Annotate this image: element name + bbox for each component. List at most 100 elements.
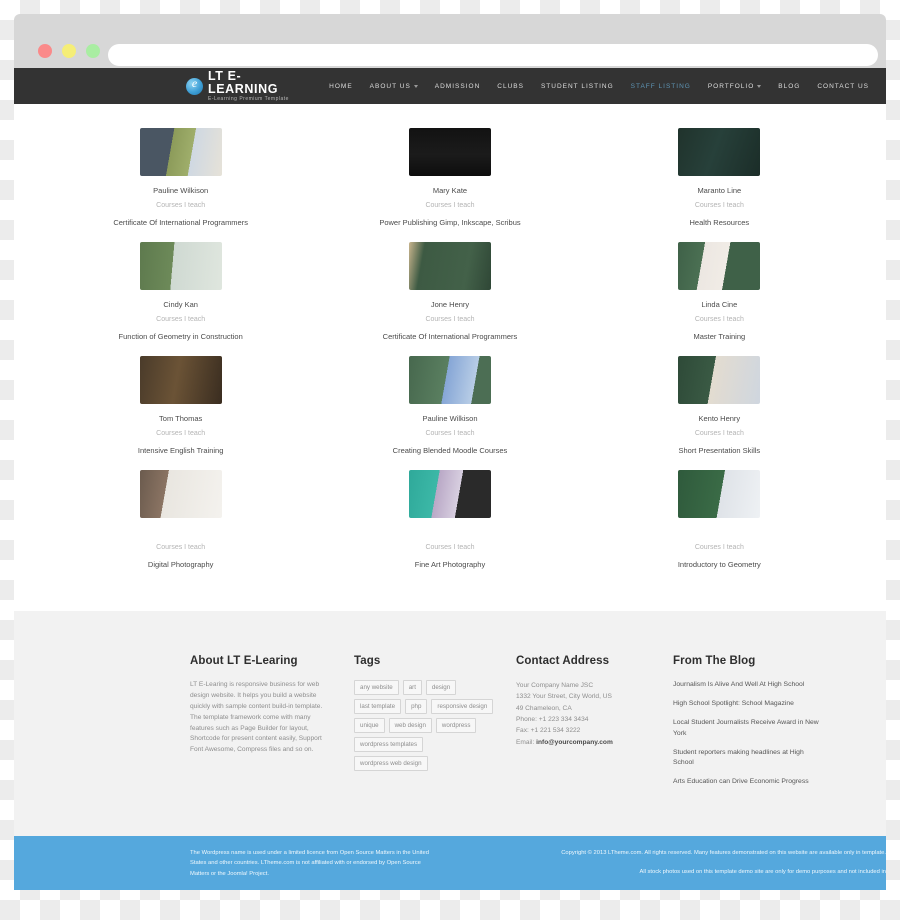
staff-card[interactable]: Courses I teach Introductory to Geometry — [585, 470, 854, 569]
nav-item-clubs[interactable]: CLUBS — [497, 83, 524, 90]
tag-pill[interactable]: unique — [354, 718, 385, 733]
staff-card[interactable]: Linda Cine Courses I teach Master Training — [585, 242, 854, 341]
blog-post-link[interactable]: Student reporters making headlines at Hi… — [673, 748, 823, 768]
staff-name[interactable]: Mary Kate — [315, 186, 584, 195]
staff-courses-label: Courses I teach — [694, 544, 744, 551]
staff-card[interactable]: Mary Kate Courses I teach Power Publishing… — [315, 128, 584, 227]
staff-course-title[interactable]: Fine Art Photography — [315, 560, 584, 569]
staff-name[interactable]: Jone Henry — [315, 300, 584, 309]
nav-item-label: PORTFOLIO — [707, 82, 755, 90]
widget-tags: Tags any website art design last template ph… — [354, 655, 494, 796]
staff-course-title[interactable]: Health Resources — [585, 218, 854, 227]
staff-name[interactable]: Pauline Wilkison — [315, 414, 584, 423]
staff-card[interactable]: Kento Henry Courses I teach Short Presenta… — [585, 356, 854, 455]
staff-course-title[interactable]: Certificate Of International Programmers — [315, 332, 584, 341]
nav-item-label: CLUBS — [497, 82, 524, 90]
footer-legal-left: The Wordpress name is used under a limit… — [190, 850, 429, 877]
nav-item-blog[interactable]: BLOG — [778, 83, 800, 90]
footer-photo-notice: All stock photos used on this template d… — [639, 869, 886, 876]
nav-item-home[interactable]: HOME — [329, 83, 353, 90]
staff-course-title[interactable]: Certificate Of International Programmers — [46, 218, 315, 227]
footer-copyright: Copyright © 2013 LTheme.com. All rights … — [561, 850, 886, 857]
staff-card[interactable]: Pauline Wilkison Courses I teach Creating … — [315, 356, 584, 455]
staff-name[interactable] — [46, 528, 315, 537]
staff-photo[interactable] — [139, 242, 222, 290]
chevron-down-icon — [757, 84, 762, 88]
staff-course-title[interactable]: Digital Photography — [46, 560, 315, 569]
staff-courses-label: Courses I teach — [425, 202, 475, 209]
staff-card[interactable]: Jone Henry Courses I teach Certificate Of … — [315, 242, 584, 341]
tag-pill[interactable]: art — [402, 680, 422, 695]
close-window-button[interactable] — [38, 44, 52, 58]
staff-card[interactable]: Cindy Kan Courses I teach Function of Geom… — [46, 242, 315, 341]
nav-item-staff-listing[interactable]: STAFF LISTING — [631, 83, 691, 90]
tag-pill[interactable]: wordpress web design — [354, 756, 428, 771]
staff-card[interactable]: Tom Thomas Courses I teach Intensive Engli… — [46, 356, 315, 455]
staff-course-title[interactable]: Short Presentation Skills — [585, 446, 854, 455]
contact-email-link[interactable]: info@yourcompany.com — [536, 739, 613, 746]
nav-item-label: STUDENT LISTING — [540, 82, 614, 90]
staff-photo[interactable] — [139, 470, 222, 518]
maximize-window-button[interactable] — [86, 44, 100, 58]
staff-name[interactable] — [585, 528, 854, 537]
staff-name[interactable]: Kento Henry — [585, 414, 854, 423]
contact-phone: Phone: +1 223 334 3434 — [516, 715, 589, 723]
blog-post-link[interactable]: Arts Education can Drive Economic Progre… — [673, 777, 823, 787]
nav-item-admission[interactable]: ADMISSION — [435, 83, 480, 90]
nav-item-label: CONTACT US — [817, 82, 869, 90]
staff-photo[interactable] — [139, 128, 222, 176]
staff-name[interactable] — [315, 528, 584, 537]
nav-item-contact-us[interactable]: CONTACT US — [817, 83, 869, 90]
staff-photo[interactable] — [678, 128, 761, 176]
staff-courses-label: Courses I teach — [694, 430, 744, 437]
staff-photo[interactable] — [139, 356, 222, 404]
blog-post-link[interactable]: Journalism Is Alive And Well At High Sch… — [673, 680, 823, 690]
tag-pill[interactable]: last template — [354, 699, 402, 714]
window-controls — [38, 44, 100, 58]
url-address-bar[interactable] — [108, 44, 878, 66]
staff-photo[interactable] — [408, 470, 491, 518]
staff-course-title[interactable]: Intensive English Training — [46, 446, 315, 455]
staff-course-title[interactable]: Master Training — [585, 332, 854, 341]
staff-course-title[interactable]: Introductory to Geometry — [585, 560, 854, 569]
footer-widget-area: About LT E-Learing LT E-Learing is respo… — [14, 611, 886, 837]
widget-contact: Contact Address Your Company Name JSC 13… — [516, 655, 651, 796]
staff-name[interactable]: Pauline Wilkison — [46, 186, 315, 195]
staff-name[interactable]: Maranto Line — [585, 186, 854, 195]
staff-course-title[interactable]: Function of Geometry in Construction — [46, 332, 315, 341]
widget-blog: From The Blog Journalism Is Alive And We… — [673, 655, 823, 796]
staff-name[interactable]: Cindy Kan — [46, 300, 315, 309]
main-navigation: HOME ABOUT US ADMISSION CLUBS STUDENT LISTIN… — [329, 83, 886, 90]
tag-pill[interactable]: responsive design — [431, 699, 494, 714]
staff-photo[interactable] — [678, 356, 761, 404]
staff-photo[interactable] — [408, 242, 491, 290]
blog-post-link[interactable]: High School Spotlight: School Magazine — [673, 699, 823, 709]
staff-photo[interactable] — [408, 356, 491, 404]
staff-card[interactable]: Courses I teach Fine Art Photography — [315, 470, 584, 569]
nav-item-portfolio[interactable]: PORTFOLIO — [707, 82, 762, 90]
staff-photo[interactable] — [678, 470, 761, 518]
tag-pill[interactable]: php — [405, 699, 428, 714]
blog-post-link[interactable]: Local Student Journalists Receive Award … — [673, 718, 823, 738]
staff-card[interactable]: Courses I teach Digital Photography — [46, 470, 315, 569]
staff-course-title[interactable]: Creating Blended Moodle Courses — [315, 446, 584, 455]
tag-pill[interactable]: any website — [354, 680, 399, 695]
staff-photo[interactable] — [408, 128, 491, 176]
staff-name[interactable]: Linda Cine — [585, 300, 854, 309]
minimize-window-button[interactable] — [62, 44, 76, 58]
staff-card[interactable]: Maranto Line Courses I teach Health Resour… — [585, 128, 854, 227]
tag-pill[interactable]: wordpress — [435, 718, 477, 733]
tag-pill[interactable]: design — [425, 680, 457, 695]
staff-name[interactable]: Tom Thomas — [46, 414, 315, 423]
staff-photo[interactable] — [678, 242, 761, 290]
site-logo[interactable]: LT E-LEARNING E-Learning Premium Templat… — [186, 70, 299, 102]
tag-pill[interactable]: wordpress templates — [354, 737, 424, 752]
tag-pill[interactable]: web design — [388, 718, 432, 733]
staff-courses-label: Courses I teach — [156, 202, 206, 209]
staff-course-title[interactable]: Power Publishing Gimp, Inkscape, Scribus — [315, 218, 584, 227]
staff-card[interactable]: Pauline Wilkison Courses I teach Certifica… — [46, 128, 315, 227]
site-header: LT E-LEARNING E-Learning Premium Templat… — [14, 68, 886, 104]
nav-item-student-listing[interactable]: STUDENT LISTING — [541, 83, 614, 90]
nav-item-about-us[interactable]: ABOUT US — [370, 83, 418, 90]
website-viewport: LT E-LEARNING E-Learning Premium Templat… — [14, 68, 886, 891]
